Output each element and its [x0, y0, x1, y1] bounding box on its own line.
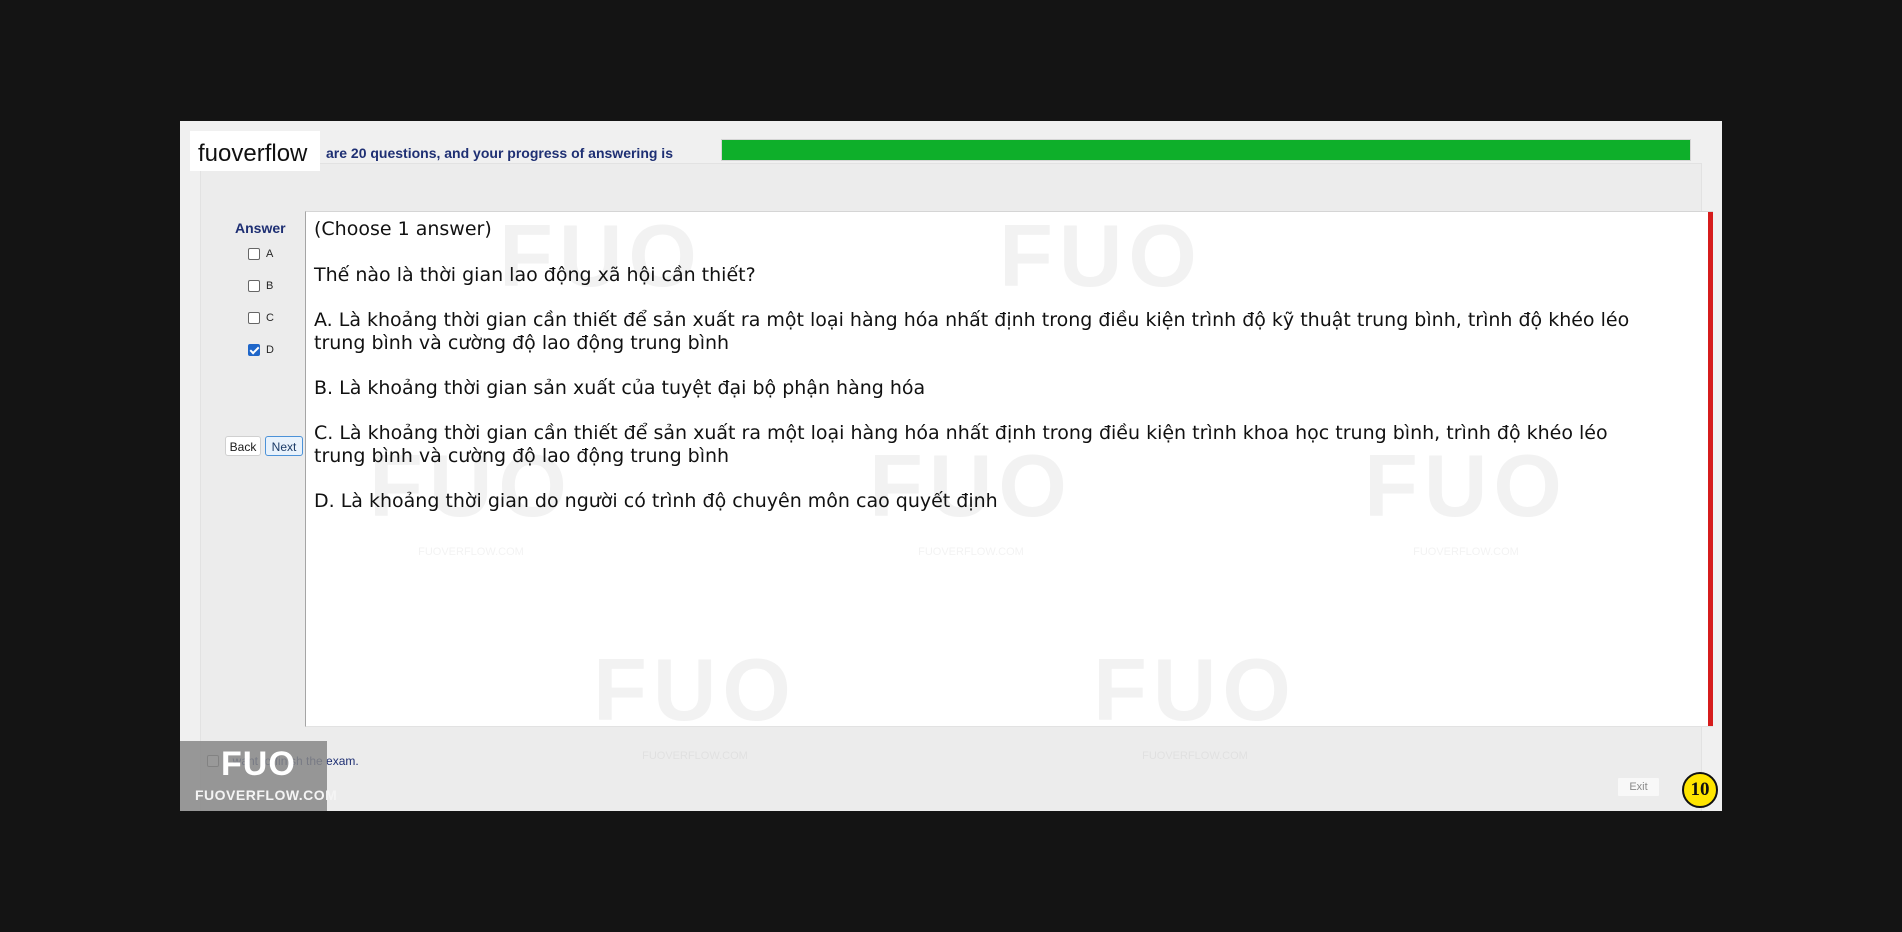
option-a[interactable]: A: [248, 248, 273, 260]
option-d-checkbox[interactable]: [248, 344, 260, 356]
question-box: FUO FUO FUO FUOVERFLOW.COM FUO FUOVERFLO…: [305, 211, 1713, 727]
timer-badge: 10: [1682, 772, 1718, 808]
logo-text: FUOVERFLOW.COM: [195, 787, 338, 803]
option-a-checkbox[interactable]: [248, 248, 260, 260]
choice-a-text: A. Là khoảng thời gian cần thiết để sản …: [314, 309, 1630, 354]
option-c[interactable]: C: [248, 312, 274, 324]
answer-title: Answer: [235, 220, 286, 236]
question-content: (Choose 1 answer) Thế nào là thời gian l…: [314, 218, 1654, 535]
choice-b-text: B. Là khoảng thời gian sản xuất của tuyệ…: [314, 377, 926, 399]
option-a-label: A: [266, 248, 274, 260]
option-c-label: C: [266, 312, 274, 324]
option-c-checkbox[interactable]: [248, 312, 260, 324]
progress-fill: [722, 140, 1690, 160]
option-d-label: D: [266, 344, 274, 356]
screen-background: fuoverflow are 20 questions, and your pr…: [0, 0, 1902, 932]
question-prompt: Thế nào là thời gian lao động xã hội cần…: [314, 264, 756, 286]
exam-window: fuoverflow are 20 questions, and your pr…: [180, 121, 1722, 811]
fuoverflow-logo: FUO FUOVERFLOW.COM: [180, 741, 337, 811]
question-instruction: (Choose 1 answer): [314, 218, 492, 240]
progress-text: are 20 questions, and your progress of a…: [326, 145, 673, 161]
option-b[interactable]: B: [248, 280, 273, 292]
brand-label: fuoverflow: [198, 140, 308, 167]
choice-c-text: C. Là khoảng thời gian cần thiết để sản …: [314, 422, 1608, 467]
exit-button[interactable]: Exit: [1617, 777, 1660, 797]
progress-bar: [721, 139, 1691, 161]
option-b-checkbox[interactable]: [248, 280, 260, 292]
back-button[interactable]: Back: [225, 436, 261, 456]
logo-mark: FUO: [221, 745, 296, 783]
brand-badge: fuoverflow: [190, 131, 320, 171]
option-d[interactable]: D: [248, 344, 274, 356]
content-panel: Answer A B C D Back Next FUO FUO FUO FUO…: [200, 163, 1713, 811]
next-button[interactable]: Next: [265, 436, 303, 456]
footer-bar: I want to finish the exam.: [180, 723, 1722, 811]
choice-d-text: D. Là khoảng thời gian do người có trình…: [314, 490, 998, 512]
option-b-label: B: [266, 280, 274, 292]
